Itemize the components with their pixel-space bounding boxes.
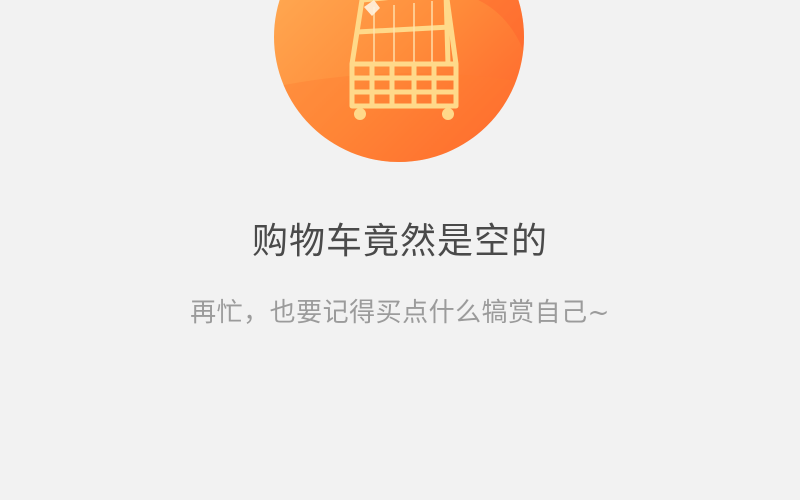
empty-cart-page: 购物车竟然是空的 再忙，也要记得买点什么犒赏自己~ [0,0,800,500]
cart-wheel [354,108,366,120]
empty-cart-title: 购物车竟然是空的 [251,221,548,262]
empty-shopping-cart-icon [274,0,524,162]
cart-wheel [442,108,454,120]
empty-cart-subtitle: 再忙，也要记得买点什么犒赏自己~ [190,298,610,328]
